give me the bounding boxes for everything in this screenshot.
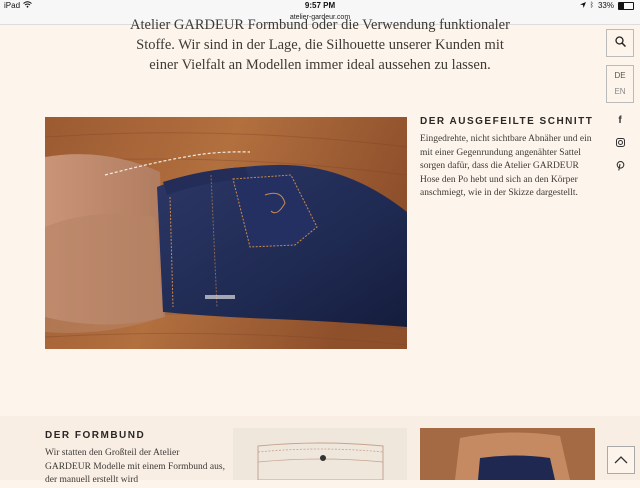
bluetooth-icon: ᛒ: [589, 2, 594, 9]
model-photo-image: [420, 428, 595, 480]
section-waistband: DER FORMBUND Wir statten den Großteil de…: [45, 430, 225, 488]
section-cut-heading: DER AUSGEFEILTE SCHNITT: [420, 116, 594, 127]
section-waistband-body: Wir statten den Großteil der Atelier GAR…: [45, 448, 225, 485]
jeans-hero-image: [45, 117, 407, 349]
battery-icon: [618, 1, 634, 10]
social-links: f: [606, 111, 634, 179]
search-icon: [614, 34, 626, 52]
intro-paragraph: Atelier GARDEUR Formbund oder die Verwen…: [130, 17, 510, 73]
location-icon: [579, 1, 586, 10]
facebook-icon[interactable]: f: [618, 111, 621, 131]
status-time: 9:57 PM: [304, 1, 336, 10]
instagram-icon[interactable]: [615, 135, 625, 155]
language-en[interactable]: EN: [614, 84, 625, 100]
waistband-sketch-image: [233, 428, 407, 480]
section-waistband-heading: DER FORMBUND: [45, 430, 146, 441]
language-switcher: DE EN: [606, 65, 634, 103]
section-cut-body: Eingedrehte, nicht sichtbare Abnäher und…: [420, 134, 592, 198]
chevron-up-icon: [614, 451, 628, 469]
pinterest-icon[interactable]: [616, 159, 625, 179]
ios-status-bar: iPad 9:57 PM ᛒ 33%: [0, 0, 640, 12]
search-button[interactable]: [606, 29, 634, 57]
language-de[interactable]: DE: [614, 68, 625, 84]
back-to-top-button[interactable]: [607, 446, 635, 474]
section-cut: DER AUSGEFEILTE SCHNITT Eingedrehte, nic…: [420, 116, 600, 201]
battery-percent: 33%: [597, 1, 614, 10]
side-nav: DE EN f: [606, 29, 634, 179]
